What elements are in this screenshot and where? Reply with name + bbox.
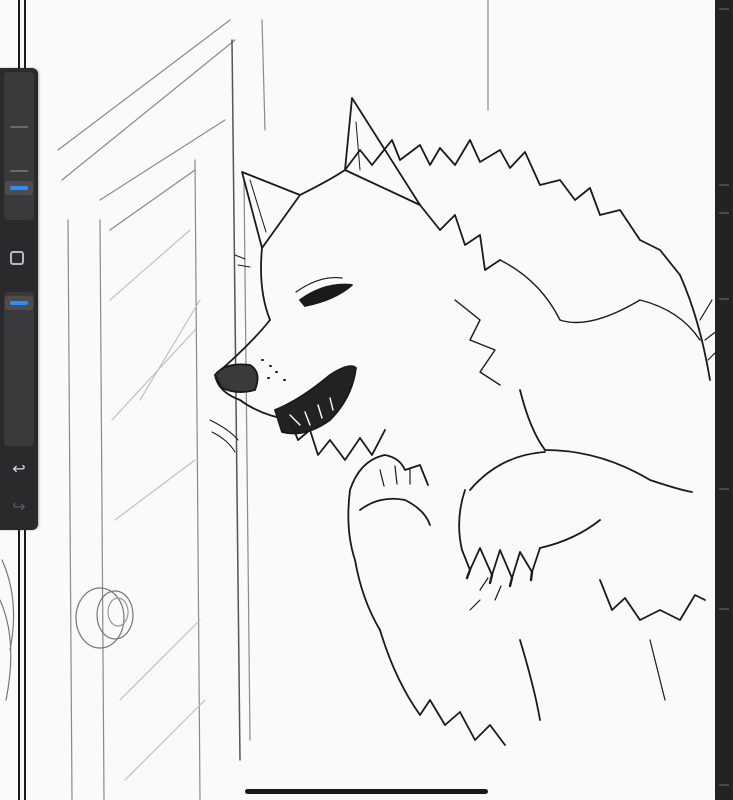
brush-size-slider[interactable] <box>4 72 34 220</box>
scroll-tick <box>719 784 729 786</box>
redo-button[interactable]: ↪ <box>4 494 34 520</box>
procreate-app: ↩ ↪ <box>0 0 733 800</box>
undo-button[interactable]: ↩ <box>4 456 34 482</box>
scroll-tick <box>719 184 729 186</box>
home-indicator[interactable] <box>245 789 488 794</box>
slider-mark <box>10 126 28 128</box>
door-sketch <box>0 0 489 800</box>
right-scrollbar[interactable] <box>715 0 733 800</box>
modify-button-square-icon[interactable] <box>10 251 24 265</box>
brush-opacity-slider[interactable] <box>4 292 34 446</box>
slider-mark <box>10 170 28 172</box>
redo-arrow-icon: ↪ <box>12 497 26 516</box>
scroll-tick <box>719 488 729 490</box>
scroll-tick <box>719 212 729 214</box>
procreate-sidebar: ↩ ↪ <box>0 68 38 530</box>
scroll-tick <box>719 608 729 610</box>
brush-size-thumb[interactable] <box>5 181 33 195</box>
undo-arrow-icon: ↩ <box>12 459 26 478</box>
scroll-tick <box>719 8 729 10</box>
werewolf-sketch <box>209 97 721 746</box>
brush-opacity-thumb[interactable] <box>5 296 33 310</box>
drawing-canvas[interactable] <box>0 0 733 800</box>
scroll-tick <box>719 298 729 300</box>
